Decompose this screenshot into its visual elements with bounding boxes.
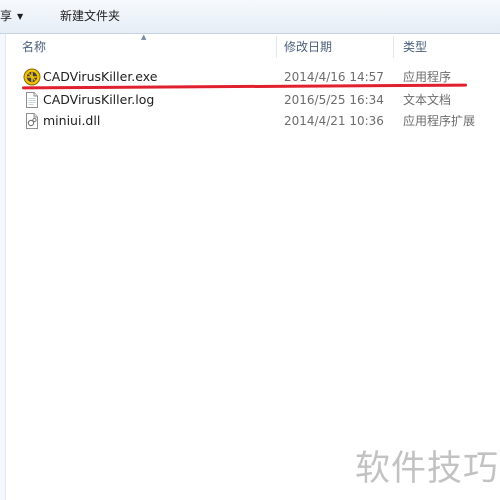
- new-folder-label: 新建文件夹: [60, 9, 121, 23]
- file-name: miniui.dll: [43, 113, 101, 128]
- navigation-pane-edge: [0, 34, 6, 500]
- explorer-toolbar: 共享 ▼ 新建文件夹: [0, 0, 500, 34]
- watermark-text: 软件技巧: [355, 449, 500, 489]
- column-header-date[interactable]: 修改日期: [284, 34, 332, 60]
- dll-icon: [26, 113, 38, 129]
- column-header-type[interactable]: 类型: [403, 34, 427, 60]
- new-folder-button[interactable]: 新建文件夹: [60, 7, 120, 25]
- file-name: CADVirusKiller.log: [43, 92, 155, 107]
- column-header-name[interactable]: 名称: [22, 34, 46, 60]
- share-button[interactable]: 共享 ▼: [0, 7, 23, 25]
- chevron-down-icon: ▼: [17, 12, 24, 21]
- file-type: 应用程序扩展: [403, 114, 476, 128]
- file-row[interactable]: CADVirusKiller.log 2016/5/25 16:34 文本文档: [18, 89, 488, 111]
- file-modified-date: 2014/4/21 10:36: [284, 114, 384, 128]
- file-modified-date: 2016/5/25 16:34: [284, 93, 384, 107]
- share-button-label: 共享: [0, 9, 13, 23]
- column-divider[interactable]: [276, 36, 277, 58]
- sort-ascending-icon: ▲: [141, 33, 147, 41]
- exe-icon: [23, 68, 41, 86]
- file-type: 文本文档: [403, 93, 452, 107]
- text-document-icon: [26, 92, 38, 108]
- file-row[interactable]: miniui.dll 2014/4/21 10:36 应用程序扩展: [18, 110, 488, 132]
- column-divider[interactable]: [393, 36, 394, 58]
